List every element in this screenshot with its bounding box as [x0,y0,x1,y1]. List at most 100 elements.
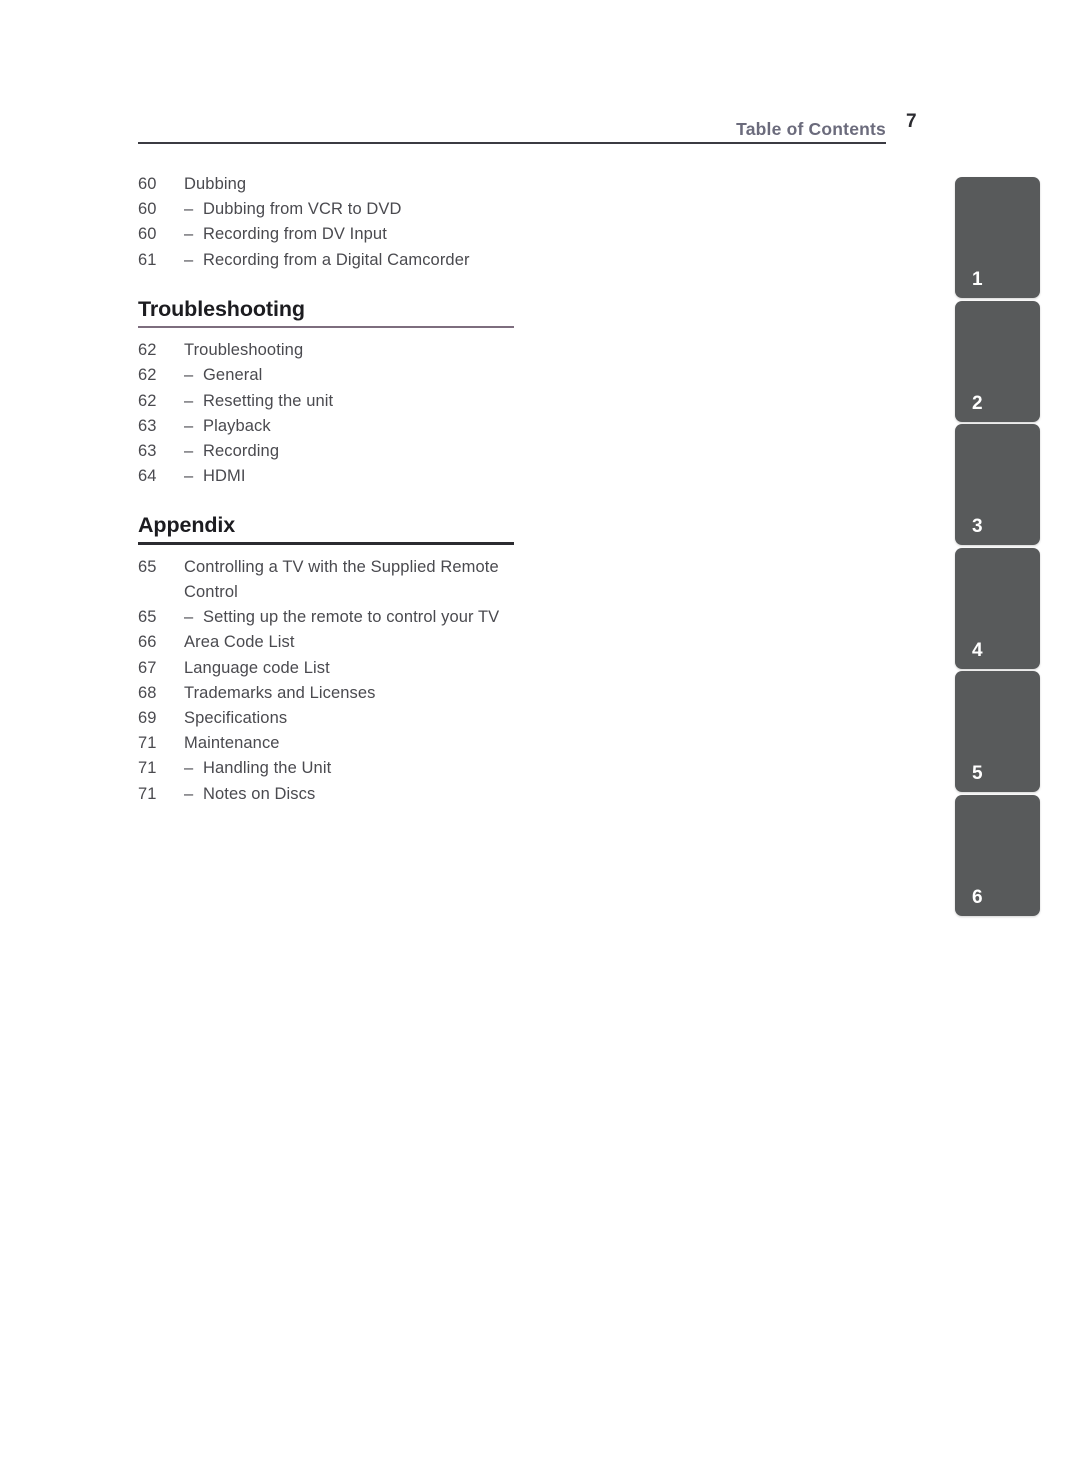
toc-subentry[interactable]: 61 – Recording from a Digital Camcorder [138,248,538,273]
section-heading-rule [138,542,514,545]
toc-dash-icon: – [184,200,194,219]
toc-section: Appendix 65 Controlling a TV with the Supp… [138,512,538,806]
section-heading-text: Troubleshooting [138,296,305,321]
toc-subentry[interactable]: 60 – Dubbing from VCR to DVD [138,197,538,222]
toc-entry-text: Recording [203,442,280,460]
toc-entry-text: Dubbing from VCR to DVD [203,200,402,219]
side-tab-5[interactable]: 5 [955,671,1040,792]
toc-entry-label: Trademarks and Licenses [184,683,376,702]
page-title: Table of Contents [736,118,886,139]
toc-entry-page: 65 [138,557,157,576]
section-entries: 62 Troubleshooting 62– General 62– Resetting … [138,338,538,489]
toc-entry-label: – Recording [184,439,538,464]
side-tab-number: 3 [972,516,983,537]
toc-dash-icon: – [184,416,194,435]
toc-entry-page: 65 [138,608,157,627]
toc-entry-label: – HDMI [184,464,538,489]
toc-entry-text: Playback [203,416,271,435]
toc-subentry[interactable]: 62 – Resetting the unit [138,389,538,414]
toc-entry-label: – Handling the Unit [184,756,538,781]
toc-sections: Troubleshooting 62 Troubleshooting 62– Gener… [138,296,538,807]
toc-dash-icon: – [184,366,194,385]
side-tab-number: 6 [972,886,983,908]
toc-entry-text: Recording from a Digital Camcorder [203,250,470,269]
toc-entry[interactable]: 60 Dubbing [138,172,538,197]
toc-dash-icon: – [184,442,194,460]
toc-entry-page: 60 [138,225,157,244]
toc-subentry[interactable]: 63 – Playback [138,414,538,439]
toc-dash-icon: – [184,391,194,410]
toc-entry-label: – Setting up the remote to control your T… [184,605,538,630]
toc-entry[interactable]: 66 Area Code List [138,630,538,655]
section-entries: 65 Controlling a TV with the Supplied Rem… [138,555,538,807]
section-heading-rule [138,325,514,329]
toc-entry-page: 69 [138,709,157,727]
toc-entry[interactable]: 65 Controlling a TV with the Supplied Rem… [138,555,538,605]
side-tab-6[interactable]: 6 [955,794,1040,916]
toc-entry-label: Dubbing [184,175,247,193]
side-tab-strip: 1 2 3 4 5 6 [955,177,1040,918]
toc-entry[interactable]: 62 Troubleshooting [138,338,538,363]
toc-subentry[interactable]: 62 – General [138,363,538,388]
toc-entry-page: 60 [138,200,157,219]
toc-entry-page: 62 [138,366,157,385]
toc-group-intro: 60 Dubbing 60– Dubbing from VCR to DVD 60– Re… [138,172,538,273]
toc-entry-page: 63 [138,416,157,435]
side-tab-3[interactable]: 3 [955,424,1040,545]
toc-entry-page: 60 [138,175,157,193]
toc-entry-page: 66 [138,633,157,652]
page-header: Table of Contents [138,108,886,144]
toc-entry-text: HDMI [203,467,246,486]
side-tab-number: 1 [972,269,983,290]
toc-entry[interactable]: 67 Language code List [138,656,538,681]
toc-entry-text: General [203,366,263,385]
toc-entry-label: – Recording from DV Input [184,222,538,247]
toc-entry-page: 64 [138,467,157,486]
toc-entry-page: 61 [138,250,157,269]
toc-entry-text: Setting up the remote to control your TV [203,608,500,627]
side-tab-4[interactable]: 4 [955,547,1040,669]
toc-entry-label: – General [184,363,538,388]
toc-entry[interactable]: 68 Trademarks and Licenses [138,681,538,706]
toc-subentry[interactable]: 64 – HDMI [138,464,538,489]
toc-dash-icon: – [184,250,194,269]
section-heading-text: Appendix [138,513,236,538]
toc-entry-label: – Dubbing from VCR to DVD [184,197,538,222]
toc-entry-page: 62 [138,391,157,410]
toc-entry-page: 68 [138,683,157,702]
toc-subentry[interactable]: 65 – Setting up the remote to control your… [138,605,538,630]
table-of-contents: 60 Dubbing 60– Dubbing from VCR to DVD 60– Re… [138,172,538,807]
page-number: 7 [906,111,917,132]
section-heading: Troubleshooting [138,296,514,329]
toc-entry-label: Specifications [184,709,288,727]
toc-entry-page: 67 [138,658,157,677]
toc-entry-label: – Playback [184,414,538,439]
toc-entry-text: Recording from DV Input [203,225,387,244]
section-heading: Appendix [138,512,514,545]
toc-entry[interactable]: 71 Maintenance [138,731,538,756]
toc-entry-text: Notes on Discs [203,784,316,803]
toc-dash-icon: – [184,467,194,486]
toc-subentry[interactable]: 63 – Recording [138,439,538,464]
toc-subentry[interactable]: 71 – Handling the Unit [138,756,538,781]
toc-entry-text: Resetting the unit [203,391,334,410]
toc-entry-page: 71 [138,784,157,803]
toc-entry-page: 63 [138,442,157,460]
toc-entry-text: Handling the Unit [203,759,332,778]
toc-entry[interactable]: 69 Specifications [138,706,538,731]
toc-dash-icon: – [184,759,194,778]
toc-entry-label: – Recording from a Digital Camcorder [184,248,538,273]
toc-subentry[interactable]: 71 – Notes on Discs [138,782,538,807]
toc-dash-icon: – [184,225,194,244]
toc-dash-icon: – [184,608,194,627]
toc-entry-label: Area Code List [184,633,295,652]
side-tab-2[interactable]: 2 [955,300,1040,422]
toc-subentry[interactable]: 60 – Recording from DV Input [138,222,538,247]
toc-entry-label: Language code List [184,658,330,677]
side-tab-1[interactable]: 1 [955,177,1040,298]
toc-entry-page: 71 [138,759,157,778]
toc-entry-label: Troubleshooting [184,341,304,360]
side-tab-number: 2 [972,392,983,414]
toc-entry-label: Maintenance [184,734,280,753]
toc-dash-icon: – [184,784,194,803]
